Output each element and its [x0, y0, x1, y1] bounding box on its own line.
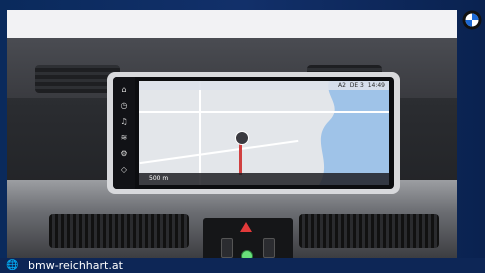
navigation-icon[interactable]: ◇	[119, 165, 129, 175]
road	[139, 139, 299, 165]
hazard-icon[interactable]	[240, 222, 252, 232]
media-icon[interactable]: ♫	[119, 117, 129, 127]
lower-left-vent	[49, 214, 189, 248]
clock-icon[interactable]: ◷	[119, 101, 129, 111]
left-knob[interactable]	[221, 238, 233, 258]
water-area	[319, 81, 389, 185]
bmw-logo	[462, 10, 482, 30]
side-menu: ⌂ ◷ ♫ ≋ ⚙ ◇	[113, 77, 135, 189]
road	[139, 111, 389, 113]
settings-icon[interactable]: ⚙	[119, 149, 129, 159]
status-time: 14:49	[367, 82, 385, 89]
road	[199, 81, 201, 185]
status-date: DE 3	[349, 82, 364, 89]
right-knob[interactable]	[263, 238, 275, 258]
status-left: A2	[337, 82, 346, 89]
website-url[interactable]: bmw-reichhart.at	[28, 258, 123, 273]
car-interior-photo: ⌂ ◷ ♫ ≋ ⚙ ◇ A2 DE 3 14:49 500 m	[7, 10, 457, 258]
car-position-marker	[235, 131, 249, 145]
signal-icon[interactable]: ≋	[119, 133, 129, 143]
navigation-map[interactable]: A2 DE 3 14:49 500 m	[139, 81, 389, 185]
frame: ⌂ ◷ ♫ ≋ ⚙ ◇ A2 DE 3 14:49 500 m 🌐 bmw-re…	[0, 0, 485, 273]
home-icon[interactable]: ⌂	[119, 85, 129, 95]
distance-readout: 500 m	[149, 175, 169, 182]
top-white-bar	[7, 10, 457, 40]
status-text: A2 DE 3 14:49	[338, 81, 385, 90]
map-status-bar: A2 DE 3 14:49	[139, 81, 389, 90]
map-bottom-strip	[139, 173, 389, 185]
infotainment-screen[interactable]: ⌂ ◷ ♫ ≋ ⚙ ◇ A2 DE 3 14:49 500 m	[113, 77, 394, 189]
globe-icon: 🌐	[6, 260, 19, 271]
green-button[interactable]	[241, 250, 253, 258]
lower-right-vent	[299, 214, 439, 248]
